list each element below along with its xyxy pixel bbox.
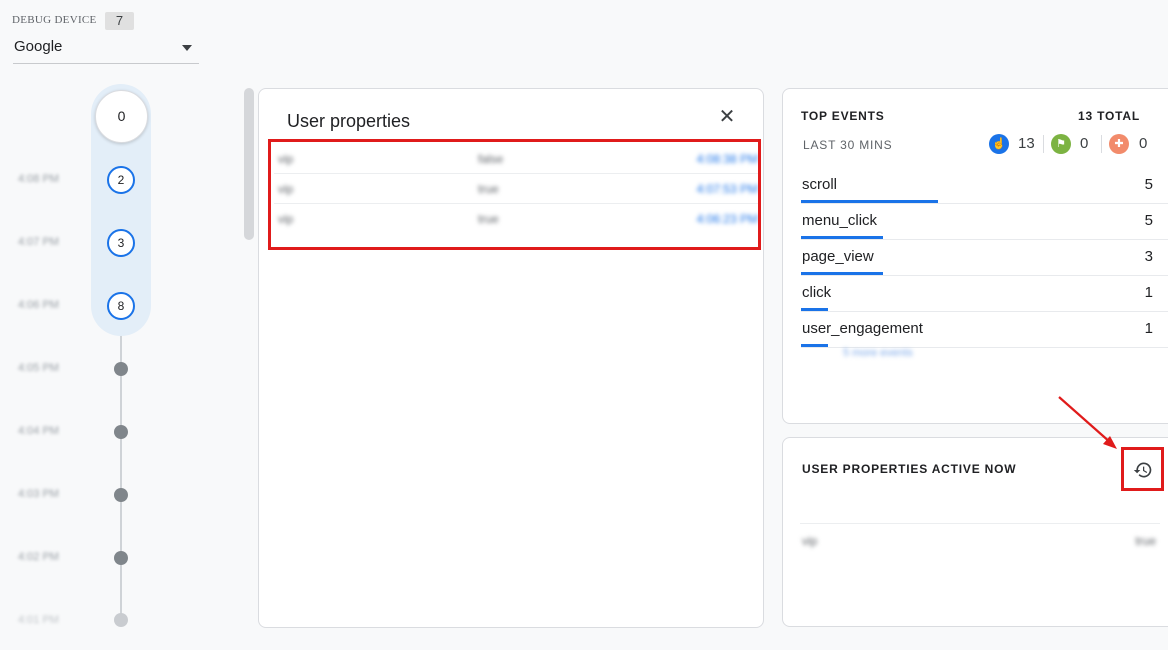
timeline-time: 4:04 PM [18,425,59,437]
event-row[interactable]: scroll 5 [801,168,1168,204]
event-share-bar [801,236,883,239]
top-events-subtitle: LAST 30 MINS [803,138,893,152]
counter-divider [1101,135,1102,153]
timeline-current-count[interactable]: 0 [95,90,148,143]
event-share-bar [801,200,938,203]
timeline-time: 4:02 PM [18,551,59,563]
event-count: 5 [1144,212,1153,229]
timeline-time: 4:05 PM [18,362,59,374]
dropdown-arrow-icon [182,45,192,51]
history-button[interactable] [1121,447,1164,491]
event-count: 3 [1144,248,1153,265]
event-name: page_view [802,248,874,265]
active-property-name: vip [802,534,818,548]
scrollbar-thumb[interactable] [244,88,254,240]
event-share-bar [801,272,883,275]
event-row[interactable]: click 1 [801,276,1168,312]
debug-device-count: 7 [105,12,134,30]
timeline-event-count[interactable]: 2 [107,166,135,194]
counter-divider [1043,135,1044,153]
event-name: menu_click [802,212,878,229]
event-count: 1 [1144,320,1153,337]
timeline-dot[interactable] [114,613,128,627]
more-events-link[interactable]: 5 more events [843,347,913,359]
user-properties-active-title: USER PROPERTIES ACTIVE NOW [802,462,1017,476]
event-share-bar [801,308,828,311]
annotation-arrow [1058,396,1117,449]
timeline-time: 4:01 PM [18,614,59,626]
timeline-dot[interactable] [114,425,128,439]
debug-device-label: DEBUG DEVICE [12,14,97,26]
timeline-time: 4:03 PM [18,488,59,500]
event-name: scroll [802,176,838,193]
counter-value: 13 [1018,135,1035,152]
timeline-dot[interactable] [114,488,128,502]
top-events-total: 13 TOTAL [1078,109,1140,123]
event-row[interactable]: user_engagement 1 [801,312,1168,348]
counter-value: 0 [1080,135,1089,152]
event-share-bar [801,344,828,347]
timeline-event-count[interactable]: 8 [107,292,135,320]
debug-device-value: Google [14,38,63,55]
timeline-event-count[interactable]: 3 [107,229,135,257]
gift-icon: ✚ [1109,134,1129,154]
touch-icon: ☝ [989,134,1009,154]
timeline-time: 4:07 PM [18,236,59,248]
counter-value: 0 [1139,135,1148,152]
history-icon [1133,462,1152,478]
timeline-time: 4:06 PM [18,299,59,311]
active-property-value: true [1135,534,1156,548]
highlight-box [268,139,761,250]
event-count: 1 [1144,284,1153,301]
event-row[interactable]: page_view 3 [801,240,1168,276]
event-name: user_engagement [802,320,923,337]
event-count: 5 [1144,176,1153,193]
timeline-time: 4:08 PM [18,173,59,185]
flag-icon: ⚑ [1051,134,1071,154]
panel-title: User properties [287,111,411,131]
close-icon[interactable]: ✕ [715,105,739,129]
timeline-dot[interactable] [114,551,128,565]
event-name: click [802,284,832,301]
active-property-row: vip true [800,523,1160,557]
top-events-title: TOP EVENTS [801,109,885,123]
top-events-card: TOP EVENTS 13 TOTAL LAST 30 MINS ☝ 13 ⚑ … [782,88,1168,424]
debug-device-select[interactable]: Google [13,36,199,64]
event-row[interactable]: menu_click 5 [801,204,1168,240]
timeline-dot[interactable] [114,362,128,376]
